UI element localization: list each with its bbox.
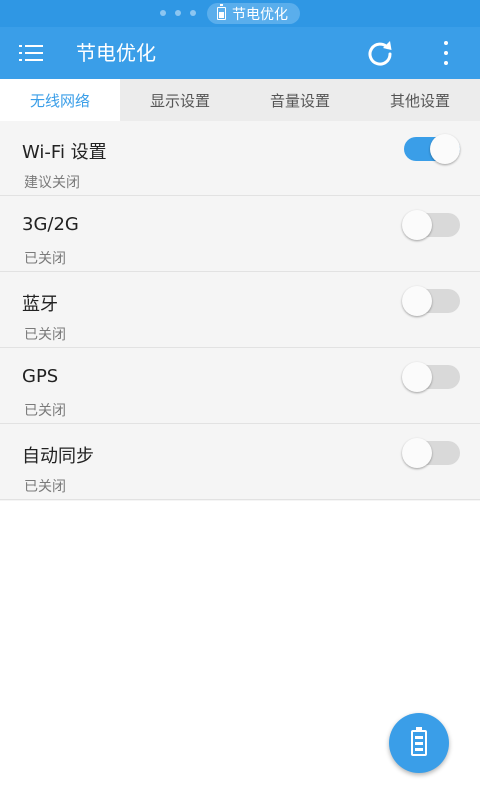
setting-row-mobile-data[interactable]: 3G/2G 已关闭 <box>0 197 480 272</box>
setting-status: 已关闭 <box>24 251 66 267</box>
app-bar: 节电优化 <box>0 27 480 79</box>
bluetooth-toggle[interactable] <box>402 286 460 316</box>
auto-sync-toggle[interactable] <box>402 438 460 468</box>
menu-icon[interactable] <box>18 39 48 67</box>
tab-volume[interactable]: 音量设置 <box>240 79 360 121</box>
setting-title: 3G/2G <box>22 214 79 235</box>
status-dots <box>160 10 196 16</box>
setting-status: 已关闭 <box>24 403 66 419</box>
settings-list: Wi-Fi 设置 建议关闭 3G/2G 已关闭 蓝牙 已关闭 GPS 已关闭 自… <box>0 121 480 501</box>
setting-title: Wi-Fi 设置 <box>22 142 107 163</box>
setting-title: GPS <box>22 366 59 387</box>
wifi-toggle[interactable] <box>402 134 460 164</box>
setting-status: 已关闭 <box>24 479 66 495</box>
mobile-data-toggle[interactable] <box>402 210 460 240</box>
tab-bar: 无线网络 显示设置 音量设置 其他设置 <box>0 79 480 121</box>
setting-row-wifi[interactable]: Wi-Fi 设置 建议关闭 <box>0 121 480 196</box>
battery-icon <box>411 727 427 756</box>
battery-icon <box>217 4 226 20</box>
tab-display[interactable]: 显示设置 <box>120 79 240 121</box>
refresh-icon[interactable] <box>364 37 396 69</box>
tab-other[interactable]: 其他设置 <box>360 79 480 121</box>
setting-status: 已关闭 <box>24 327 66 343</box>
more-vert-icon[interactable] <box>436 37 456 69</box>
tab-wireless[interactable]: 无线网络 <box>0 79 120 121</box>
setting-row-auto-sync[interactable]: 自动同步 已关闭 <box>0 425 480 500</box>
setting-row-gps[interactable]: GPS 已关闭 <box>0 349 480 424</box>
setting-row-bluetooth[interactable]: 蓝牙 已关闭 <box>0 273 480 348</box>
setting-title: 蓝牙 <box>22 294 58 315</box>
setting-title: 自动同步 <box>22 446 94 467</box>
setting-status: 建议关闭 <box>24 175 80 191</box>
page-title: 节电优化 <box>76 41 156 65</box>
gps-toggle[interactable] <box>402 362 460 392</box>
battery-fab-button[interactable] <box>389 713 449 773</box>
status-bar: 节电优化 <box>0 0 480 27</box>
status-label: 节电优化 <box>232 6 288 23</box>
status-notification-pill[interactable]: 节电优化 <box>207 3 300 24</box>
